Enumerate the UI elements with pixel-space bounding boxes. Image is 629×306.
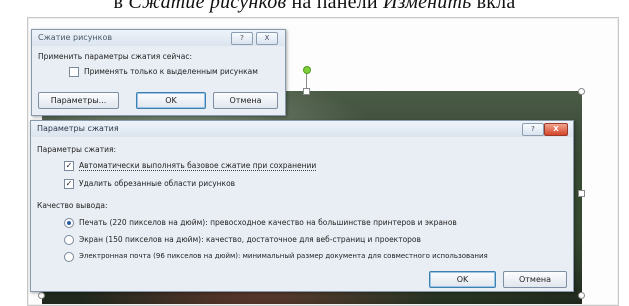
resize-handle-bottom-left[interactable] [38,292,45,299]
auto-compress-checkbox[interactable]: ✓ [64,161,74,171]
close-icon: X [264,34,270,42]
ok-button[interactable]: OK [136,92,206,109]
delete-cropped-checkbox[interactable]: ✓ [64,179,74,189]
settings-ok-button[interactable]: OK [429,271,496,288]
radio-screen[interactable] [64,235,74,245]
compress-dialog-title: Сжатие рисунков [38,33,113,42]
settings-help-button[interactable]: ? [522,123,544,136]
settings-close-button[interactable]: X [544,123,568,136]
help-icon: ? [240,34,244,42]
doc-text-middle: на панели [286,0,383,13]
settings-dialog-title: Параметры сжатия [37,124,119,133]
parameters-button[interactable]: Параметры... [38,92,119,109]
radio-print[interactable] [64,218,74,228]
compress-group-label: Параметры сжатия: [37,145,117,154]
close-button[interactable]: X [256,32,278,45]
parameters-button-label: Параметры... [50,96,107,105]
auto-compress-label: Автоматически выполнять базовое сжатие п… [79,161,317,171]
checkmark-icon: ✓ [65,161,73,170]
selected-only-checkbox[interactable] [69,67,79,77]
doc-text-italic-2: Изменить [382,0,472,13]
doc-text-prefix: в [113,0,129,13]
settings-cancel-label: Отмена [518,275,552,284]
resize-handle-top[interactable] [303,88,310,95]
apply-now-label: Применить параметры сжатия сейчас: [38,52,192,61]
settings-dialog-titlebar: Параметры сжатия [31,121,573,137]
radio-email[interactable] [64,252,74,262]
resize-handle-bottom-right[interactable] [578,292,585,299]
resize-handle-top-right[interactable] [578,88,585,95]
radio-print-label: Печать (220 пикселов на дюйм): превосход… [79,218,457,227]
doc-text-italic-1: Сжатие рисунков [128,0,287,13]
compress-pictures-dialog: Сжатие рисунков ? X Применить параметры … [31,29,286,116]
cancel-button-label: Отмена [229,96,262,105]
selected-only-label: Применять только к выделенным рисункам [84,67,258,76]
help-button[interactable]: ? [231,32,253,45]
output-group-label: Качество вывода: [37,201,108,210]
radio-email-label: Электронная почта (96 пикселов на дюйм):… [79,252,488,260]
checkmark-icon: ✓ [65,179,73,188]
delete-cropped-label: Удалить обрезанные области рисунков [79,179,236,188]
document-text-line: в Сжатие рисунков на панели Изменить вкл… [0,0,629,14]
close-icon: X [553,125,559,133]
rotation-handle[interactable] [303,66,311,74]
settings-cancel-button[interactable]: Отмена [503,271,567,288]
radio-screen-label: Экран (150 пикселов на дюйм): качество, … [79,235,421,244]
help-icon: ? [531,125,535,133]
settings-ok-label: OK [456,275,469,284]
resize-handle-right[interactable] [578,190,585,197]
compression-settings-dialog: Параметры сжатия ? X Параметры сжатия: ✓… [30,120,574,292]
ok-button-label: OK [165,96,177,105]
doc-text-suffix: вкла [471,0,516,13]
cancel-button[interactable]: Отмена [213,92,278,109]
